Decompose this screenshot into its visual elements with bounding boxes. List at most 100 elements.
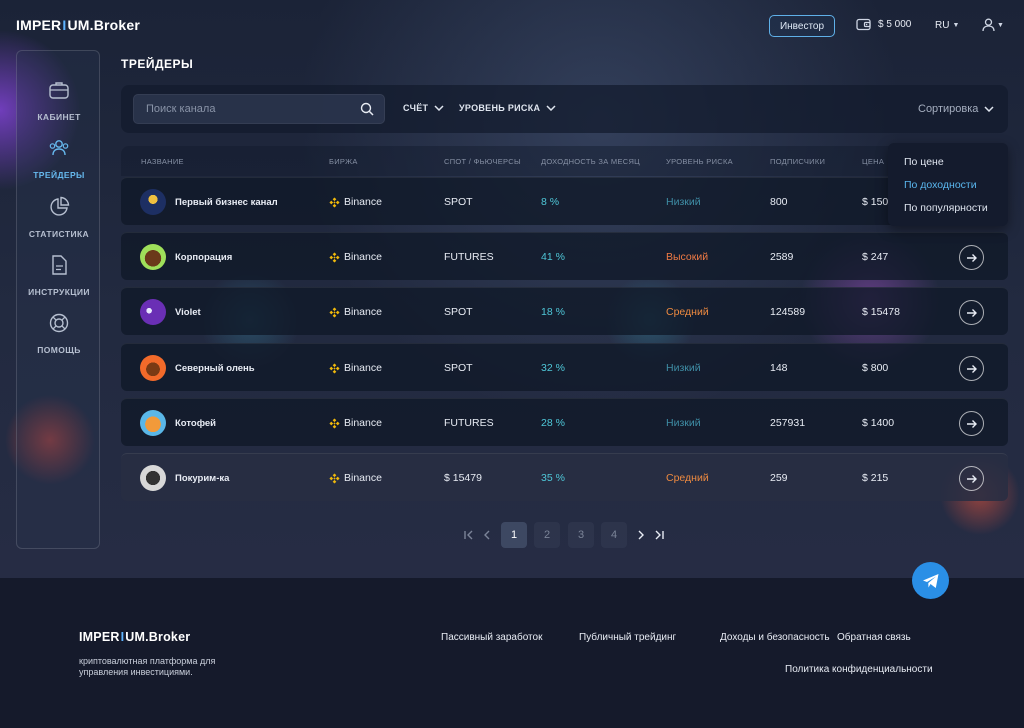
chevron-down-icon bbox=[546, 105, 556, 111]
user-menu[interactable]: ▼ bbox=[982, 18, 1004, 32]
exchange-name: Binance bbox=[344, 196, 382, 208]
sidebar-item-help[interactable]: ПОМОЩЬ bbox=[17, 312, 101, 355]
page-1-button[interactable]: 1 bbox=[501, 522, 527, 548]
price-cell: $ 800 bbox=[862, 362, 889, 374]
sidebar-item-label: ПОМОЩЬ bbox=[37, 345, 81, 355]
lifebuoy-icon bbox=[49, 313, 69, 333]
footer-link-privacy-policy[interactable]: Политика конфиденциальности bbox=[785, 664, 933, 675]
sort-option-popularity[interactable]: По популярности bbox=[904, 202, 988, 214]
open-trader-button[interactable] bbox=[959, 411, 984, 436]
user-icon bbox=[982, 18, 995, 32]
search-input[interactable] bbox=[146, 95, 346, 123]
trader-name: Северный олень bbox=[175, 362, 255, 374]
footer bbox=[0, 578, 1024, 728]
trader-name-cell: Северный олень bbox=[140, 344, 255, 392]
arrow-right-icon bbox=[966, 253, 977, 262]
brand-logo-part: UM bbox=[67, 17, 90, 33]
subscribers-cell: 800 bbox=[770, 196, 788, 208]
account-filter-label: СЧЁТ bbox=[403, 103, 429, 113]
price-cell: $ 15478 bbox=[862, 306, 900, 318]
column-header-exchange: БИРЖА bbox=[329, 157, 358, 166]
next-page-icon[interactable] bbox=[634, 528, 648, 542]
footer-link-passive-income[interactable]: Пассивный заработок bbox=[441, 632, 542, 643]
trader-name: Violet bbox=[175, 306, 201, 318]
search-box bbox=[133, 94, 385, 124]
monthly-yield-cell: 41 % bbox=[541, 251, 565, 263]
trader-name-cell: Котофей bbox=[140, 399, 216, 447]
market-type-cell: SPOT bbox=[444, 306, 473, 318]
telegram-button[interactable] bbox=[912, 562, 949, 599]
telegram-icon bbox=[922, 573, 938, 588]
language-label: RU bbox=[935, 20, 950, 31]
market-type-cell: SPOT bbox=[444, 196, 473, 208]
column-header-subscribers: ПОДПИСЧИКИ bbox=[770, 157, 826, 166]
brand-logo-separator: I bbox=[62, 17, 67, 33]
risk-level-cell: Низкий bbox=[666, 417, 701, 429]
account-filter[interactable]: СЧЁТ bbox=[403, 103, 444, 113]
monthly-yield-cell: 8 % bbox=[541, 196, 560, 208]
exchange-cell: Binance bbox=[329, 454, 382, 502]
monthly-yield-cell: 18 % bbox=[541, 306, 565, 318]
arrow-right-icon bbox=[966, 364, 977, 373]
open-trader-button[interactable] bbox=[959, 245, 984, 270]
caret-down-icon: ▼ bbox=[952, 22, 960, 29]
column-header-price: ЦЕНА bbox=[862, 157, 885, 166]
sidebar-item-instructions[interactable]: ИНСТРУКЦИИ bbox=[17, 254, 101, 297]
sidebar-item-traders[interactable]: ТРЕЙДЕРЫ bbox=[17, 137, 101, 180]
sidebar-item-cabinet[interactable]: КАБИНЕТ bbox=[17, 79, 101, 122]
exchange-name: Binance bbox=[344, 362, 382, 374]
column-header-market-type: СПОТ / ФЬЮЧЕРСЫ bbox=[444, 157, 521, 166]
table-header: НАЗВАНИЕ БИРЖА СПОТ / ФЬЮЧЕРСЫ ДОХОДНОСТ… bbox=[121, 146, 1008, 176]
table-row[interactable]: Корпорация Binance FUTURES 41 % Высокий 2589 $… bbox=[121, 232, 1008, 280]
monthly-yield-cell: 35 % bbox=[541, 472, 565, 484]
table-row[interactable]: Покурим-ка Binance $ 15479 35 % Средний 259 $ … bbox=[121, 453, 1008, 501]
avatar bbox=[140, 465, 166, 491]
arrow-right-icon bbox=[966, 419, 977, 428]
first-page-icon[interactable] bbox=[462, 528, 476, 542]
avatar bbox=[140, 189, 166, 215]
market-type-cell: FUTURES bbox=[444, 251, 494, 263]
open-trader-button[interactable] bbox=[959, 356, 984, 381]
column-header-risk-level: УРОВЕНЬ РИСКА bbox=[666, 157, 733, 166]
page-4-button[interactable]: 4 bbox=[601, 522, 627, 548]
brand-logo-part: UM bbox=[125, 630, 146, 644]
search-icon[interactable] bbox=[360, 102, 374, 116]
risk-filter[interactable]: УРОВЕНЬ РИСКА bbox=[459, 103, 556, 113]
open-trader-button[interactable] bbox=[959, 466, 984, 491]
footer-link-public-trading[interactable]: Публичный трейдинг bbox=[579, 632, 676, 643]
footer-tagline: криптовалютная платформа для управления … bbox=[79, 656, 216, 677]
language-selector[interactable]: RU ▼ bbox=[935, 20, 959, 31]
footer-logo[interactable]: IMPERIUM.Broker bbox=[79, 630, 190, 644]
sort-option-yield[interactable]: По доходности bbox=[904, 179, 977, 191]
open-trader-button[interactable] bbox=[959, 300, 984, 325]
last-page-icon[interactable] bbox=[652, 528, 666, 542]
price-cell: $ 150 bbox=[862, 196, 889, 208]
brand-logo-separator: I bbox=[120, 630, 125, 644]
sidebar-item-statistics[interactable]: СТАТИСТИКА bbox=[17, 196, 101, 239]
page-3-button[interactable]: 3 bbox=[568, 522, 594, 548]
table-row[interactable]: Violet Binance SPOT 18 % Средний 124589 $ 1547… bbox=[121, 287, 1008, 335]
table-row[interactable]: Котофей Binance FUTURES 28 % Низкий 257931 $ 1… bbox=[121, 398, 1008, 446]
brand-logo[interactable]: IMPERIUM.Broker bbox=[16, 17, 140, 33]
table-row[interactable]: Северный олень Binance SPOT 32 % Низкий 148 $ … bbox=[121, 343, 1008, 391]
wallet-icon bbox=[856, 18, 871, 31]
binance-icon bbox=[329, 417, 340, 429]
sort-option-price[interactable]: По цене bbox=[904, 156, 944, 168]
sidebar-item-label: СТАТИСТИКА bbox=[28, 229, 90, 239]
table-row[interactable]: Первый бизнес канал Binance SPOT 8 % Низкий 8… bbox=[121, 177, 1008, 225]
sort-selector[interactable]: Сортировка bbox=[918, 103, 994, 115]
wallet-balance[interactable]: $ 5 000 bbox=[856, 18, 911, 31]
price-cell: $ 215 bbox=[862, 472, 889, 484]
avatar bbox=[140, 299, 166, 325]
footer-link-income-security[interactable]: Доходы и безопасность bbox=[720, 632, 830, 643]
risk-level-cell: Средний bbox=[666, 472, 709, 484]
investor-mode-button[interactable]: Инвестор bbox=[769, 15, 835, 37]
binance-icon bbox=[329, 306, 340, 318]
previous-page-icon[interactable] bbox=[480, 528, 494, 542]
chevron-down-icon bbox=[434, 105, 444, 111]
footer-link-feedback[interactable]: Обратная связь bbox=[837, 632, 911, 643]
arrow-right-icon bbox=[966, 474, 977, 483]
monthly-yield-cell: 32 % bbox=[541, 362, 565, 374]
page-2-button[interactable]: 2 bbox=[534, 522, 560, 548]
binance-icon bbox=[329, 362, 340, 374]
